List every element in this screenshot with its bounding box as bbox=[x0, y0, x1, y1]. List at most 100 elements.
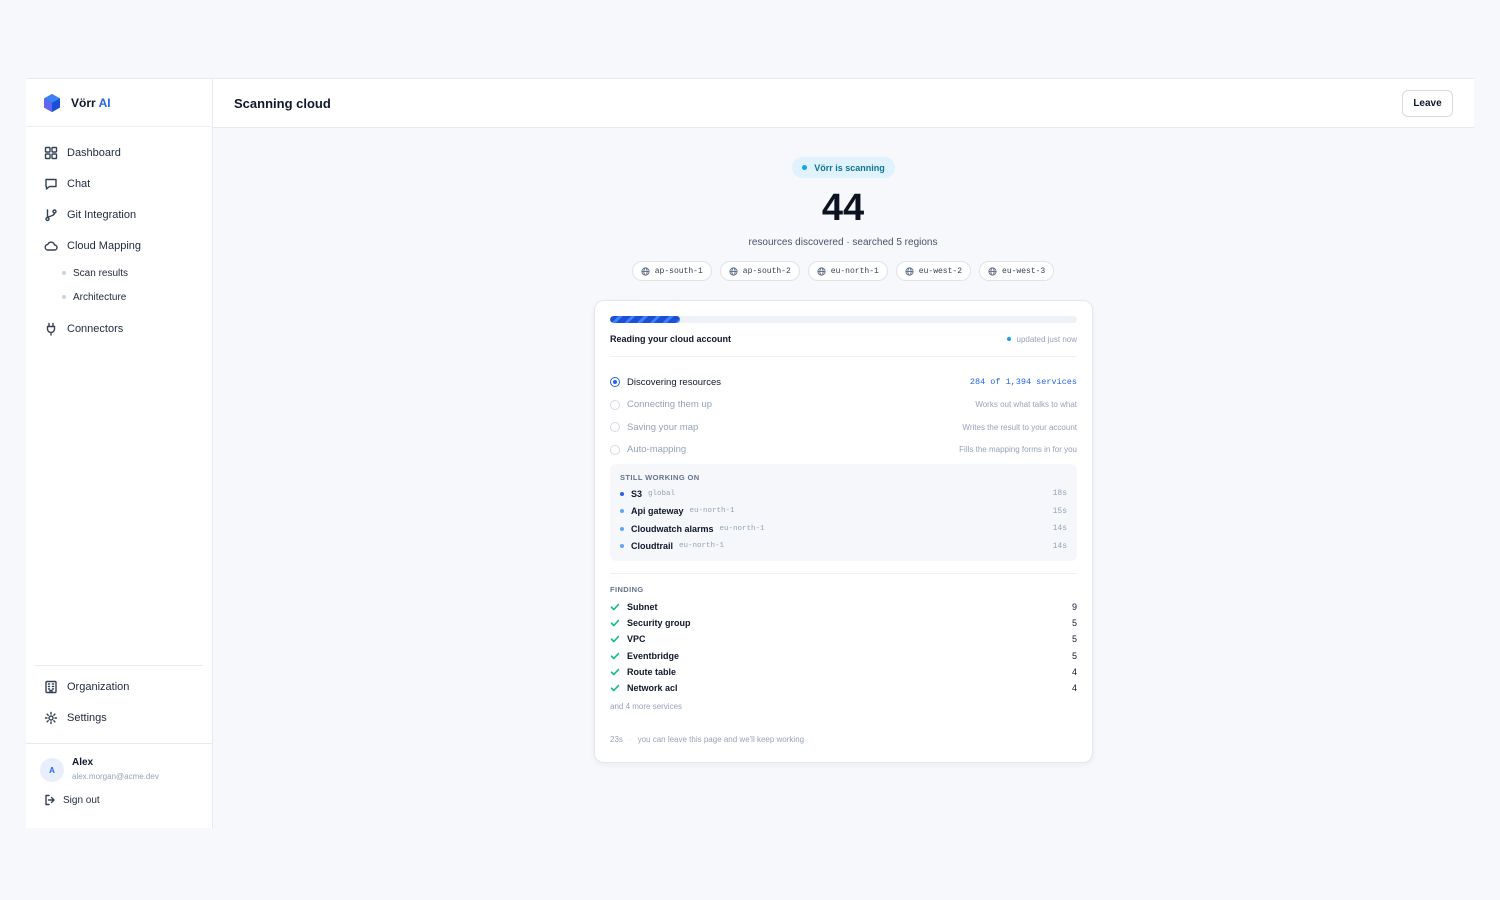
step-label: Discovering resources bbox=[627, 376, 721, 388]
step-pending-icon bbox=[610, 399, 620, 410]
subnav-item-label: Scan results bbox=[73, 267, 129, 279]
topbar: Scanning cloud Leave bbox=[213, 79, 1474, 128]
step-row: Discovering resources 284 of 1,394 servic… bbox=[610, 371, 1077, 394]
elapsed-time: 23s bbox=[610, 735, 623, 744]
footnote: 23s · you can leave this page and we'll … bbox=[610, 735, 804, 744]
status-dot-icon bbox=[802, 165, 808, 170]
region-label: ap-south-1 bbox=[654, 266, 703, 276]
step-label: Saving your map bbox=[627, 421, 699, 433]
check-icon bbox=[610, 684, 620, 692]
progress-bar bbox=[610, 316, 1077, 323]
finding-name: Security group bbox=[627, 618, 691, 629]
region-list: ap-south-1 ap-south-2 eu-north-1 eu-west-2 e… bbox=[631, 261, 1055, 281]
step-detail: Fills the mapping forms in for you bbox=[959, 445, 1077, 455]
region-label: ap-south-2 bbox=[742, 266, 791, 276]
user-name: Alex bbox=[72, 757, 94, 768]
user-profile[interactable]: A Alex alex.morgan@acme.dev bbox=[40, 756, 212, 784]
logo-icon bbox=[44, 93, 60, 112]
sidebar-item-chat[interactable]: Chat bbox=[26, 168, 212, 199]
step-label: Connecting them up bbox=[627, 399, 713, 411]
step-detail: Writes the result to your account bbox=[962, 422, 1077, 432]
finding-count: 5 bbox=[1071, 634, 1077, 645]
globe-icon bbox=[988, 266, 997, 276]
sidebar-item-dashboard[interactable]: Dashboard bbox=[26, 137, 212, 168]
sidebar-item-settings[interactable]: Settings bbox=[26, 702, 212, 733]
check-icon bbox=[610, 619, 620, 627]
more-services: and 4 more services bbox=[610, 702, 683, 712]
service-name: Api gateway bbox=[631, 506, 684, 517]
step-list: Discovering resources 284 of 1,394 servic… bbox=[610, 371, 1077, 461]
finding-name: Route table bbox=[627, 666, 677, 677]
live-dot-icon bbox=[1006, 337, 1011, 341]
check-icon bbox=[610, 652, 620, 659]
finding-item: Route table 4 bbox=[610, 664, 1077, 680]
globe-icon bbox=[817, 266, 826, 276]
scan-progress-card: Reading your cloud account updated just … bbox=[594, 300, 1093, 763]
page-title: Scanning cloud bbox=[234, 96, 331, 111]
check-icon bbox=[610, 636, 620, 643]
sidebar-item-git-integration[interactable]: Git Integration bbox=[26, 199, 212, 230]
finding-name: Eventbridge bbox=[627, 650, 680, 661]
user-email: alex.morgan@acme.dev bbox=[72, 772, 159, 781]
elapsed-seconds: 18s bbox=[1052, 489, 1067, 499]
gear-icon bbox=[44, 711, 58, 724]
sidebar-item-label: Git Integration bbox=[67, 208, 137, 221]
card-header: Reading your cloud account updated just … bbox=[610, 334, 1077, 357]
subnav-item-architecture[interactable]: Architecture bbox=[26, 285, 212, 309]
finding-item: Eventbridge 5 bbox=[610, 648, 1077, 664]
subnav-item-scan-results[interactable]: Scan results bbox=[26, 261, 212, 285]
building-icon bbox=[45, 680, 57, 693]
check-icon bbox=[610, 668, 620, 676]
sidebar-nav: Dashboard Chat Git Integration Cloud Map… bbox=[26, 127, 212, 344]
region-chip: eu-west-3 bbox=[979, 261, 1055, 281]
finding-count: 5 bbox=[1071, 650, 1077, 661]
plug-icon bbox=[46, 322, 56, 336]
working-item: Cloudwatch alarms eu-north-1 14s bbox=[620, 520, 1067, 538]
working-item: S3 global 18s bbox=[620, 485, 1067, 503]
still-working-panel: STILL WORKING ON S3 global 18s Api gateway e… bbox=[610, 464, 1077, 561]
status-badge: Vörr is scanning bbox=[792, 157, 895, 178]
sidebar-item-label: Cloud Mapping bbox=[67, 239, 141, 252]
resource-count: 44 bbox=[821, 187, 865, 229]
sidebar-item-connectors[interactable]: Connectors bbox=[26, 313, 212, 344]
region-chip: eu-north-1 bbox=[807, 261, 888, 281]
finding-item: Security group 5 bbox=[610, 615, 1077, 631]
step-active-icon bbox=[610, 377, 620, 388]
check-icon bbox=[610, 603, 620, 611]
elapsed-seconds: 14s bbox=[1052, 524, 1067, 534]
step-row: Saving your map Writes the result to your… bbox=[610, 416, 1077, 439]
sidebar-item-organization[interactable]: Organization bbox=[26, 671, 212, 702]
step-pending-icon bbox=[610, 444, 620, 455]
region-label: eu-west-3 bbox=[1002, 266, 1046, 276]
card-title: Reading your cloud account bbox=[610, 334, 732, 344]
user-block: A Alex alex.morgan@acme.dev Sign out bbox=[26, 743, 212, 806]
finding-list: Subnet 9 Security group 5 VPC 5 Eventbridge 5 Ro… bbox=[610, 599, 1077, 696]
step-detail: 284 of 1,394 services bbox=[969, 377, 1077, 388]
globe-icon bbox=[729, 266, 738, 276]
finding-name: Network acl bbox=[627, 683, 678, 694]
sidebar-item-label: Settings bbox=[67, 711, 107, 724]
separator: · bbox=[628, 735, 632, 744]
bullet-icon bbox=[620, 526, 624, 531]
chat-icon bbox=[45, 178, 57, 190]
updated-text: updated just now bbox=[1016, 334, 1078, 344]
dashboard-icon bbox=[44, 146, 58, 159]
region-chip: eu-west-2 bbox=[895, 261, 972, 281]
bullet-icon bbox=[620, 544, 624, 549]
leave-button[interactable]: Leave bbox=[1402, 90, 1453, 117]
brand[interactable]: Vörr AI bbox=[26, 79, 212, 127]
still-working-heading: STILL WORKING ON bbox=[620, 473, 700, 482]
progress-fill bbox=[610, 316, 681, 323]
sidebar-bottom-nav: Organization Settings bbox=[26, 671, 212, 733]
step-label: Auto-mapping bbox=[627, 444, 687, 456]
finding-count: 5 bbox=[1071, 618, 1077, 629]
sidebar-item-label: Connectors bbox=[67, 322, 124, 335]
finding-heading: FINDING bbox=[610, 585, 644, 594]
sidebar-item-cloud-mapping[interactable]: Cloud Mapping bbox=[26, 230, 212, 261]
sidebar-item-label: Chat bbox=[67, 177, 91, 190]
sidebar: Vörr AI Dashboard Chat Git Integration C… bbox=[26, 79, 213, 828]
sign-out-button[interactable]: Sign out bbox=[40, 794, 212, 806]
step-row: Connecting them up Works out what talks t… bbox=[610, 394, 1077, 417]
region-label: eu-north-1 bbox=[830, 266, 879, 276]
finding-count: 4 bbox=[1071, 683, 1077, 694]
